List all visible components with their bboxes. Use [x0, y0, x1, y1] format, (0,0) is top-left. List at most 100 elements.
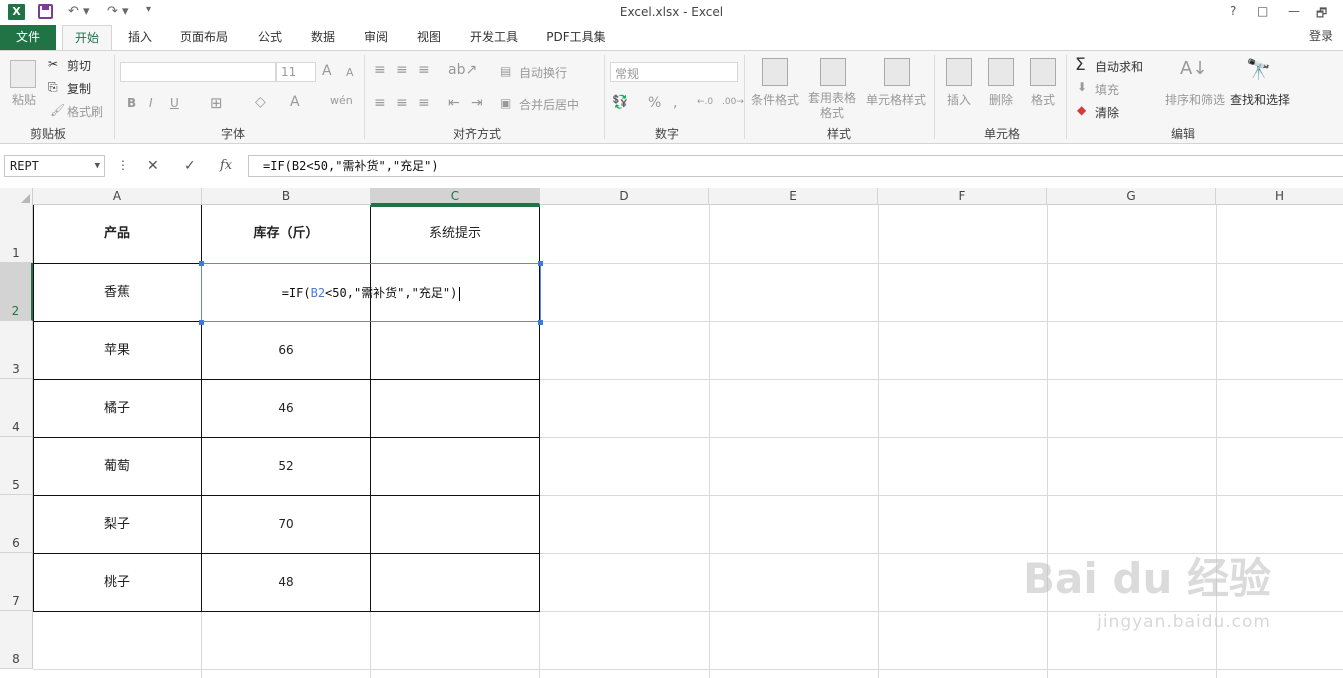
- cell-b4[interactable]: 46: [202, 380, 370, 437]
- copy-icon[interactable]: ⎘: [48, 80, 58, 95]
- sort-filter-button[interactable]: 排序和筛选: [1165, 91, 1225, 108]
- cell-a3[interactable]: 苹果: [33, 322, 201, 379]
- cell-b6[interactable]: 70: [202, 496, 370, 553]
- range-handle-icon[interactable]: [199, 261, 204, 266]
- help-button[interactable]: ?: [1230, 4, 1236, 18]
- cut-icon[interactable]: ✂: [48, 57, 58, 71]
- bold-button[interactable]: B: [127, 96, 136, 110]
- login-link[interactable]: 登录: [1309, 25, 1333, 47]
- format-as-table-button[interactable]: 套用表格格式: [804, 91, 860, 121]
- find-select-icon[interactable]: 🔭: [1246, 57, 1271, 81]
- delete-cells-icon[interactable]: [988, 58, 1014, 86]
- align-top-icon[interactable]: ≡: [374, 62, 386, 78]
- merge-center-icon[interactable]: ▣: [500, 96, 511, 110]
- sort-filter-icon[interactable]: A↓: [1180, 58, 1207, 79]
- align-left-icon[interactable]: ≡: [374, 95, 386, 111]
- accounting-format-icon[interactable]: 💱: [612, 95, 628, 110]
- format-painter-icon[interactable]: 🖌: [50, 103, 65, 117]
- clear-button[interactable]: 清除: [1095, 104, 1119, 121]
- range-handle-icon[interactable]: [538, 320, 543, 325]
- merge-center-button[interactable]: 合并后居中: [519, 96, 579, 113]
- cancel-icon[interactable]: ✕: [147, 158, 159, 174]
- phonetic-icon[interactable]: wén: [330, 94, 353, 107]
- shrink-font-button[interactable]: A: [346, 66, 354, 79]
- align-right-icon[interactable]: ≡: [418, 95, 430, 111]
- ribbon-display-button[interactable]: □: [1257, 4, 1268, 18]
- increase-decimal-button[interactable]: ←.0: [697, 97, 713, 107]
- restore-button[interactable]: 🗗: [1316, 4, 1327, 25]
- format-cells-icon[interactable]: [1030, 58, 1056, 86]
- more-options-icon[interactable]: ⋮: [117, 158, 129, 172]
- conditional-format-icon[interactable]: [762, 58, 788, 86]
- column-header-b[interactable]: B: [202, 188, 371, 205]
- cell-c1[interactable]: 系统提示: [371, 205, 539, 262]
- insert-cells-icon[interactable]: [946, 58, 972, 86]
- font-size-select[interactable]: 11: [276, 62, 316, 82]
- column-header-h[interactable]: H: [1216, 188, 1343, 205]
- tab-data[interactable]: 数据: [303, 25, 343, 50]
- format-cells-button[interactable]: 格式: [1031, 91, 1055, 108]
- cell-a4[interactable]: 橘子: [33, 380, 201, 437]
- insert-function-icon[interactable]: fx: [220, 158, 232, 173]
- borders-icon[interactable]: ⊞: [210, 94, 223, 112]
- minimize-button[interactable]: —: [1288, 4, 1300, 18]
- italic-button[interactable]: I: [149, 96, 153, 110]
- align-middle-icon[interactable]: ≡: [396, 62, 408, 78]
- active-cell-c2[interactable]: =IF(B2<50,"需补货","充足"): [201, 263, 541, 322]
- delete-cells-button[interactable]: 删除: [989, 91, 1013, 108]
- column-header-a[interactable]: A: [33, 188, 202, 205]
- row-header-7[interactable]: 7: [0, 553, 33, 611]
- range-handle-icon[interactable]: [538, 261, 543, 266]
- percent-button[interactable]: %: [648, 95, 661, 111]
- find-select-button[interactable]: 查找和选择: [1230, 91, 1290, 108]
- tab-pdf-tools[interactable]: PDF工具集: [540, 25, 612, 50]
- cell-styles-button[interactable]: 单元格样式: [866, 91, 926, 108]
- clear-icon[interactable]: ◆: [1077, 103, 1086, 117]
- cell-a1[interactable]: 产品: [33, 205, 201, 262]
- row-header-8[interactable]: 8: [0, 611, 33, 669]
- format-painter-button[interactable]: 格式刷: [67, 103, 103, 120]
- formula-input[interactable]: =IF(B2<50,"需补货","充足"): [248, 155, 1343, 177]
- fill-button[interactable]: 填充: [1095, 81, 1119, 98]
- comma-button[interactable]: ,: [673, 95, 677, 111]
- row-header-3[interactable]: 3: [0, 321, 33, 379]
- decrease-indent-icon[interactable]: ⇤: [448, 95, 460, 111]
- fill-icon[interactable]: ⬇: [1077, 80, 1087, 94]
- paste-button[interactable]: 粘贴: [12, 91, 36, 108]
- paste-icon[interactable]: [10, 60, 36, 88]
- tab-developer[interactable]: 开发工具: [462, 25, 526, 50]
- column-header-g[interactable]: G: [1047, 188, 1216, 205]
- cell-a6[interactable]: 梨子: [33, 496, 201, 553]
- name-box[interactable]: REPT ▼: [4, 155, 105, 177]
- column-header-c[interactable]: C: [371, 188, 540, 205]
- column-header-d[interactable]: D: [540, 188, 709, 205]
- tab-formulas[interactable]: 公式: [250, 25, 290, 50]
- autosum-icon[interactable]: Σ: [1075, 55, 1086, 75]
- tab-insert[interactable]: 插入: [120, 25, 160, 50]
- cell-b7[interactable]: 48: [202, 554, 370, 611]
- tab-home[interactable]: 开始: [62, 25, 112, 50]
- autosum-button[interactable]: 自动求和: [1095, 58, 1143, 75]
- wrap-text-icon[interactable]: ▤: [500, 64, 511, 78]
- enter-icon[interactable]: ✓: [184, 158, 196, 174]
- cell-a2[interactable]: 香蕉: [33, 264, 201, 321]
- cell-b5[interactable]: 52: [202, 438, 370, 495]
- underline-button[interactable]: U: [170, 96, 179, 110]
- cell-b1[interactable]: 库存（斤）: [202, 205, 370, 262]
- tab-page-layout[interactable]: 页面布局: [172, 25, 236, 50]
- font-color-icon[interactable]: A: [290, 94, 300, 110]
- insert-cells-button[interactable]: 插入: [947, 91, 971, 108]
- align-center-icon[interactable]: ≡: [396, 95, 408, 111]
- wrap-text-button[interactable]: 自动换行: [519, 64, 567, 81]
- select-all-button[interactable]: [0, 188, 33, 205]
- copy-button[interactable]: 复制: [67, 80, 91, 97]
- conditional-format-button[interactable]: 条件格式: [751, 91, 799, 108]
- align-bottom-icon[interactable]: ≡: [418, 62, 430, 78]
- cell-edit-text[interactable]: =IF(B2<50,"需补货","充足"): [202, 264, 540, 322]
- column-header-e[interactable]: E: [709, 188, 878, 205]
- row-header-6[interactable]: 6: [0, 495, 33, 553]
- cell-styles-icon[interactable]: [884, 58, 910, 86]
- number-format-select[interactable]: 常规: [610, 62, 738, 82]
- cell-a5[interactable]: 葡萄: [33, 438, 201, 495]
- tab-file[interactable]: 文件: [0, 25, 56, 50]
